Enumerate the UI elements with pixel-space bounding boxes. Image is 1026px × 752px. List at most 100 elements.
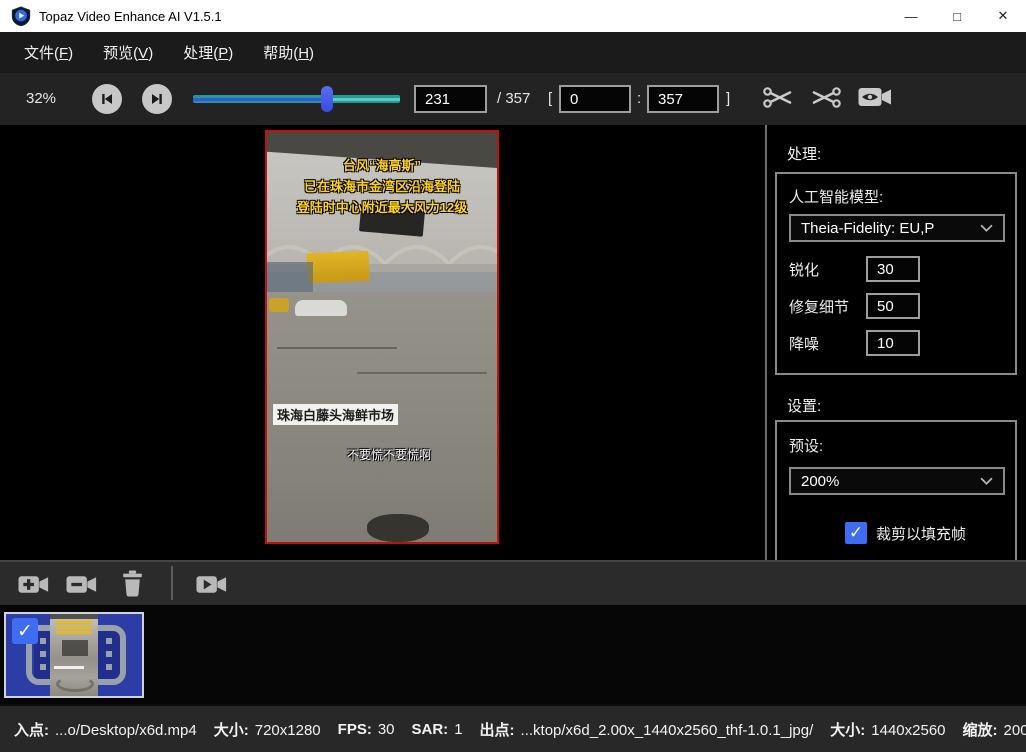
slider-progress [193, 98, 327, 101]
thumbnail-checkbox[interactable]: ✓ [12, 618, 38, 644]
denoise-label: 降噪 [789, 333, 854, 354]
window-controls: — □ ✕ [888, 0, 1026, 32]
file-toolbar [0, 560, 1026, 605]
settings-panel: 处理: 人工智能模型: Theia-Fidelity: EU,P 锐化 修复细节… [767, 125, 1026, 560]
toolbar-divider [171, 566, 173, 600]
restore-detail-input[interactable] [866, 293, 920, 319]
menu-process[interactable]: 处理(P) [173, 36, 243, 69]
zoom-level-label: 32% [26, 90, 56, 107]
app-logo-icon [11, 6, 31, 26]
video-preview-frame[interactable]: 台风“海高斯” 已在珠海市金湾区沿海登陆 登陆时中心附近最大风力12级 珠海白藤… [265, 130, 499, 544]
preview-area: 台风“海高斯” 已在珠海市金湾区沿海登陆 登陆时中心附近最大风力12级 珠海白藤… [0, 125, 1026, 560]
trim-in-button[interactable] [762, 84, 794, 116]
scissors-left-icon [762, 84, 794, 111]
slider-handle[interactable] [321, 86, 333, 112]
menu-help[interactable]: 帮助(H) [253, 36, 324, 69]
preset-label: 预设: [789, 435, 823, 456]
video-overlay-title: 台风“海高斯” 已在珠海市金湾区沿海登陆 登陆时中心附近最大风力12级 [267, 156, 497, 218]
video-yellow-car [269, 298, 289, 312]
range-separator: : [637, 90, 641, 107]
video-caption-speech: 不要慌不要慌啊 [347, 446, 431, 463]
preset-dropdown[interactable]: 200% [789, 467, 1005, 495]
camera-play-icon [196, 572, 229, 597]
video-water-streak [277, 347, 397, 349]
trash-icon [120, 570, 145, 597]
skip-start-icon [99, 91, 115, 107]
ai-model-dropdown[interactable]: Theia-Fidelity: EU,P [789, 214, 1005, 242]
status-input-size: 大小:720x1280 [214, 719, 321, 740]
video-title-line-3: 登陆时中心附近最大风力12级 [267, 198, 497, 219]
playback-toolbar: 32% / 357 [ : ] [0, 73, 1026, 125]
timeline-slider[interactable] [193, 95, 400, 103]
chevron-down-icon [980, 477, 993, 485]
status-fps: FPS:30 [338, 721, 395, 738]
thumbnail-debris-shape [56, 676, 94, 692]
video-yellow-sign [306, 251, 369, 283]
skip-to-end-button[interactable] [142, 84, 172, 114]
status-bar: 入点:...o/Desktop/x6d.mp4 大小:720x1280 FPS:… [0, 704, 1026, 752]
camera-minus-icon [66, 572, 99, 597]
denoise-input[interactable] [866, 330, 920, 356]
sharpen-input[interactable] [866, 256, 920, 282]
ai-model-label: 人工智能模型: [789, 186, 883, 207]
settings-heading: 设置: [787, 395, 821, 416]
title-bar: Topaz Video Enhance AI V1.5.1 — □ ✕ [0, 0, 1026, 32]
processing-heading: 处理: [787, 143, 821, 164]
video-white-car [295, 300, 347, 316]
preset-value: 200% [801, 473, 839, 490]
sharpen-row: 锐化 [789, 256, 1005, 282]
crop-to-fill-label: 裁剪以填充帧 [876, 523, 966, 544]
denoise-row: 降噪 [789, 330, 1005, 356]
total-frames-label: / 357 [497, 90, 530, 107]
close-button[interactable]: ✕ [980, 0, 1026, 32]
add-video-button[interactable] [18, 572, 51, 602]
crop-to-fill-checkbox[interactable]: ✓ [845, 522, 867, 544]
thumbnail-video-image [50, 614, 98, 696]
maximize-button[interactable]: □ [934, 0, 980, 32]
trim-out-button[interactable] [810, 84, 842, 116]
settings-group: 预设: 200% ✓ 裁剪以填充帧 [775, 420, 1017, 560]
skip-end-icon [149, 91, 165, 107]
restore-detail-row: 修复细节 [789, 293, 1005, 319]
status-scale: 缩放:200% [963, 719, 1026, 740]
window-title: Topaz Video Enhance AI V1.5.1 [39, 9, 222, 24]
thumbnail-caption-mark [54, 666, 84, 669]
status-input-path: 入点:...o/Desktop/x6d.mp4 [14, 719, 197, 740]
status-output-size: 大小:1440x2560 [830, 719, 945, 740]
ai-model-value: Theia-Fidelity: EU,P [801, 220, 934, 237]
status-sar: SAR:1 [412, 721, 463, 738]
scissors-right-icon [810, 84, 842, 111]
video-title-line-1: 台风“海高斯” [267, 156, 497, 177]
video-caption-location: 珠海白藤头海鲜市场 [273, 404, 398, 425]
delete-button[interactable] [120, 570, 145, 602]
thumbnail-dark-shape [62, 640, 88, 656]
preview-button[interactable] [858, 84, 892, 115]
camera-plus-icon [18, 572, 51, 597]
current-frame-input[interactable] [414, 85, 487, 113]
video-debris-shape [367, 514, 429, 542]
menu-bar: 文件(F) 预览(V) 处理(P) 帮助(H) [0, 32, 1026, 73]
crop-to-fill-row: ✓ 裁剪以填充帧 [845, 522, 966, 544]
camera-eye-icon [858, 84, 892, 110]
range-start-input[interactable] [559, 85, 631, 113]
skip-to-start-button[interactable] [92, 84, 122, 114]
status-output-path: 出点:...ktop/x6d_2.00x_1440x2560_thf-1.0.1… [480, 719, 814, 740]
range-end-input[interactable] [647, 85, 719, 113]
sharpen-label: 锐化 [789, 259, 854, 280]
thumbnail-strip: ✓ [0, 605, 1026, 704]
video-water-streak [357, 372, 487, 374]
minimize-button[interactable]: — [888, 0, 934, 32]
range-close-bracket: ] [726, 90, 730, 107]
slider-remaining [330, 98, 400, 101]
restore-detail-label: 修复细节 [789, 296, 854, 317]
chevron-down-icon [980, 224, 993, 232]
video-truck-shape [267, 262, 313, 292]
app-window: Topaz Video Enhance AI V1.5.1 — □ ✕ 文件(F… [0, 0, 1026, 752]
process-video-button[interactable] [196, 572, 229, 602]
thumbnail-title-marks [56, 621, 92, 624]
remove-video-button[interactable] [66, 572, 99, 602]
menu-file[interactable]: 文件(F) [14, 36, 83, 69]
video-title-line-2: 已在珠海市金湾区沿海登陆 [267, 177, 497, 198]
video-thumbnail-selected[interactable]: ✓ [4, 612, 144, 698]
menu-preview[interactable]: 预览(V) [93, 36, 163, 69]
